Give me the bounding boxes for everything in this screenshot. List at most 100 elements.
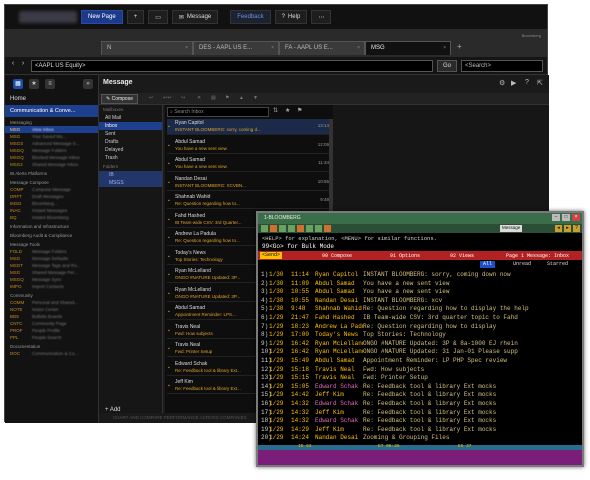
folder-ib[interactable]: IB <box>99 171 162 179</box>
terminal-row[interactable]: 5) 1/30 9:48 Shahnab Wahid Re: Question rega… <box>261 305 563 313</box>
tool-icon[interactable] <box>261 225 268 232</box>
new-page-button[interactable]: New Page <box>81 10 123 24</box>
inbox-row[interactable]: ▪ Abdul Samad You have a new sent view 12:0… <box>167 138 331 154</box>
folder-trash[interactable]: Trash <box>99 154 162 162</box>
terminal-row[interactable]: 12) 1/29 15:18 Travis Neal Fwd: How subjects <box>261 366 563 374</box>
nav-item[interactable]: IMSG Bloomberg... <box>5 200 98 207</box>
apps-icon[interactable]: ▦ <box>13 79 23 89</box>
forward-icon[interactable]: ▸ <box>564 225 571 232</box>
nav-item[interactable]: BBS Bulletin Boards <box>5 313 98 320</box>
more-icon[interactable]: ⋯ <box>311 10 332 24</box>
nav-item[interactable]: FOLD Message Folders <box>5 248 98 255</box>
star-icon[interactable]: ★ <box>285 107 290 114</box>
flag-icon[interactable]: ⚑ <box>297 107 302 114</box>
delete-icon[interactable]: ✕ <box>197 95 201 101</box>
tool-icon[interactable] <box>270 225 277 232</box>
down-icon[interactable]: ▼ <box>253 95 258 101</box>
maximize-icon[interactable]: □ <box>562 214 570 221</box>
nav-item[interactable]: IMPO Import Contacts <box>5 283 98 290</box>
tool-icon[interactable] <box>288 225 295 232</box>
filter-all[interactable]: All <box>480 261 496 268</box>
terminal-row[interactable]: 18) 1/29 14:32 Edward Schak Re: Feedback too… <box>261 417 563 425</box>
nav-item[interactable]: MSGQ Message Sync <box>5 276 98 283</box>
tab-msg[interactable]: MSG × <box>365 41 451 55</box>
back-icon[interactable]: ◂ <box>555 225 562 232</box>
nav-item[interactable]: MSGT Message Tags and Ro... <box>5 262 98 269</box>
close-icon[interactable]: × <box>443 45 446 51</box>
nav-item[interactable]: MSG Your Saved Ms... <box>5 133 98 140</box>
terminal-row[interactable]: 1) 1/30 11:14 Ryan Capitol INSTANT BLOOMBERG… <box>261 271 563 279</box>
gear-icon[interactable]: ⚙ <box>499 79 505 87</box>
close-icon[interactable]: × <box>572 214 580 221</box>
tab-fa[interactable]: FA - AAPL US E... × <box>279 41 365 55</box>
forward-icon[interactable]: › <box>18 60 28 71</box>
folder-sent[interactable]: Sent <box>99 130 162 138</box>
terminal-row[interactable]: 8) 1/29 17:00 Today's News Top Stories: Tech… <box>261 331 563 339</box>
nav-item[interactable]: COMP Compose Message <box>5 186 98 193</box>
terminal-row[interactable]: 2) 1/30 11:09 Abdul Samad You have a new sen… <box>261 280 563 288</box>
reply-all-icon[interactable]: ↩↩ <box>163 95 171 101</box>
terminal-row[interactable]: 13) 1/29 15:15 Travis Neal Fwd: Printer Setu… <box>261 374 563 382</box>
nav-item[interactable]: CNTC Community Page <box>5 320 98 327</box>
minimize-icon[interactable]: – <box>552 214 560 221</box>
terminal-row[interactable]: 20) 1/29 14:24 Nandan Desai Zooming & Groupi… <box>261 434 563 442</box>
terminal-row[interactable]: 16) 1/29 14:32 Edward Schak Re: Feedback too… <box>261 400 563 408</box>
tab-n[interactable]: N × <box>101 41 193 55</box>
nav-home[interactable]: Home <box>5 93 98 105</box>
compose-menu-item[interactable]: 90 Compose <box>322 253 352 259</box>
tool-icon[interactable] <box>279 225 286 232</box>
nav-item[interactable]: MSG2 Shared Message Inbox <box>5 161 98 168</box>
nav-item[interactable]: MSGS Advanced Message S... <box>5 140 98 147</box>
go-button[interactable]: Go <box>437 60 457 72</box>
inbox-row[interactable]: ▪ Ryan Capitol INSTANT BLOOMBERG: sorry, c… <box>167 119 331 135</box>
folder-inbox[interactable]: Inbox <box>99 122 162 130</box>
nav-item[interactable]: MSG Message Defaults <box>5 255 98 262</box>
new-tab-icon[interactable]: + <box>457 42 462 51</box>
folder-drafts[interactable]: Drafts <box>99 138 162 146</box>
popout-icon[interactable]: ⇱ <box>537 79 543 87</box>
nav-item[interactable]: PPL People Search <box>5 334 98 341</box>
nav-item[interactable]: DRFT Draft Messages <box>5 193 98 200</box>
list-icon[interactable]: ≡ <box>45 79 55 89</box>
terminal-row[interactable]: 11) 1/29 15:49 Abdul Samad Appointment Remin… <box>261 357 563 365</box>
terminal-row[interactable]: 14) 1/29 15:05 Edward Schak Re: Feedback too… <box>261 383 563 391</box>
nav-item[interactable]: BQ Instant Bloomberg <box>5 214 98 221</box>
folder-msgs[interactable]: MSGS <box>99 179 162 187</box>
collapse-icon[interactable]: » <box>83 79 93 89</box>
tool-icon[interactable] <box>324 225 331 232</box>
terminal-row[interactable]: 19) 1/29 14:29 Jeff Kim Re: Feedback tool & … <box>261 426 563 434</box>
layout-icon[interactable]: ▭ <box>148 10 168 24</box>
terminal-message-button[interactable]: Message <box>500 225 523 232</box>
options-menu-item[interactable]: 91 Options <box>390 253 420 259</box>
terminal-row[interactable]: 17) 1/29 14:32 Jeff Kim Re: Feedback tool & … <box>261 409 563 417</box>
close-icon[interactable]: × <box>357 45 360 51</box>
nav-item[interactable]: MSG Shared Message Per... <box>5 269 98 276</box>
tab-des[interactable]: DES - AAPL US E... × <box>193 41 279 55</box>
star-icon[interactable]: ★ <box>29 79 39 89</box>
nav-item[interactable]: NOTE Notes Center <box>5 306 98 313</box>
nav-item[interactable]: PROF People Profile <box>5 327 98 334</box>
views-menu-item[interactable]: 92 Views <box>450 253 474 259</box>
feedback-button[interactable]: Feedback <box>230 10 271 24</box>
nav-communication[interactable]: Communication & Conve... <box>5 105 98 117</box>
terminal-row[interactable]: 9) 1/29 16:42 Ryan McLelland ONGO #NATURE Up… <box>261 340 563 348</box>
help-button[interactable]: ? Help <box>274 10 308 24</box>
close-icon[interactable]: × <box>185 45 188 51</box>
help-icon[interactable]: ? <box>525 79 529 86</box>
up-icon[interactable]: ▲ <box>239 95 244 101</box>
video-icon[interactable]: ▶ <box>511 79 516 87</box>
folder-all-mail[interactable]: All Mail <box>99 114 162 122</box>
filter-unread[interactable]: Unread <box>510 261 534 268</box>
message-button[interactable]: ✉ Message <box>171 10 219 24</box>
compose-button[interactable]: ✎ Compose <box>101 94 138 104</box>
terminal-row[interactable]: 4) 1/30 10:55 Nandan Desai INSTANT BLOOMBERG… <box>261 297 563 305</box>
tool-icon[interactable] <box>306 225 313 232</box>
nav-item[interactable]: DOC Communication & Co... <box>5 350 98 357</box>
inbox-search-input[interactable]: ⌕ Search Inbox <box>167 107 269 117</box>
search-input[interactable]: <Search> <box>461 60 543 72</box>
nav-item[interactable]: COMM Personal and Shared... <box>5 299 98 306</box>
add-panel-button[interactable]: + <box>126 10 145 24</box>
terminal-row[interactable]: 6) 1/29 21:47 Fahd Hashed IB Team-wide CSV: … <box>261 314 563 322</box>
filter-icon[interactable]: ⇅ <box>273 107 278 114</box>
terminal-row[interactable]: 7)1/29 18:23 Andrew La PadulaRe: Question … <box>261 323 563 331</box>
